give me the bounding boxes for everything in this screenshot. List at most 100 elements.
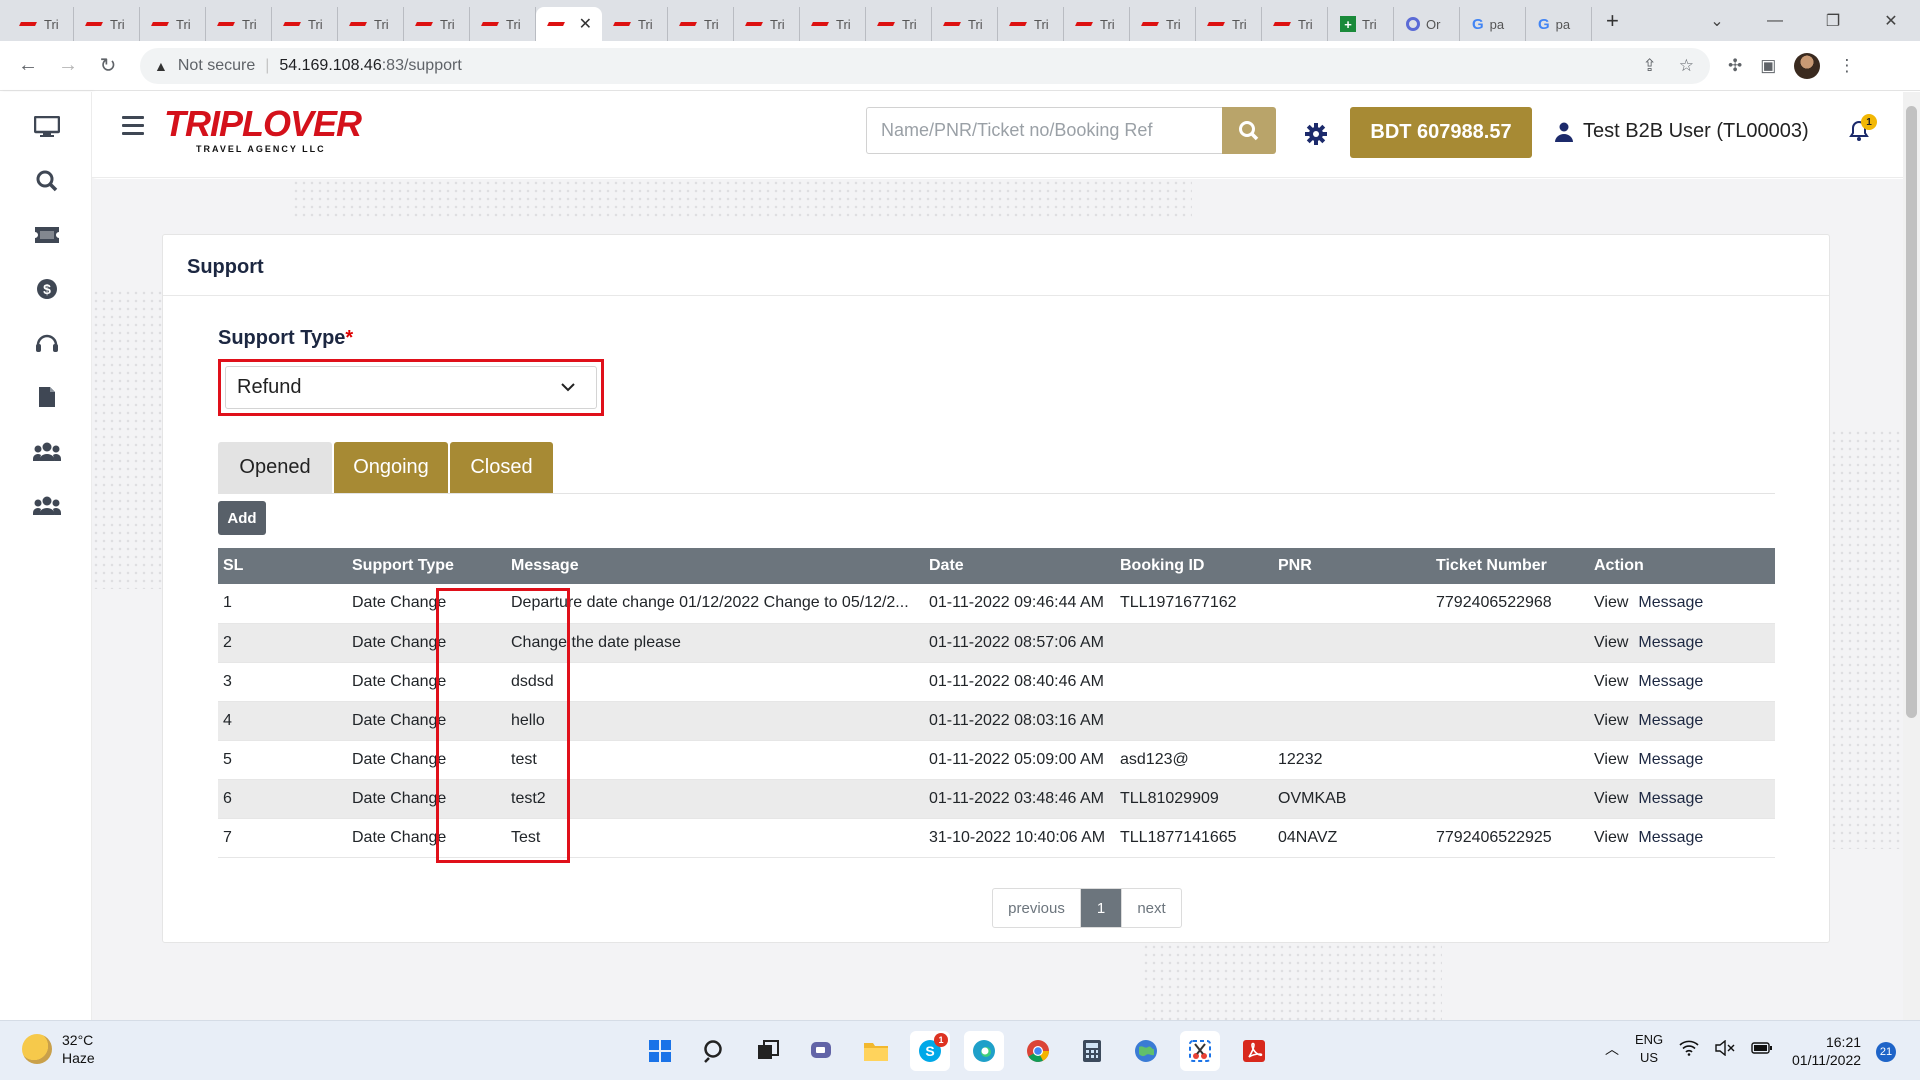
browser-tab[interactable]: Tri xyxy=(404,7,470,41)
money-icon[interactable]: $ xyxy=(32,276,62,302)
tab-search-chevron-icon[interactable]: ⌄ xyxy=(1688,11,1746,31)
triplover-logo[interactable]: TRIPLOVER TRAVEL AGENCY LLC xyxy=(164,106,364,166)
previous-page-button[interactable]: previous xyxy=(993,889,1081,927)
new-tab-button[interactable]: + xyxy=(1606,8,1619,34)
close-window-button[interactable]: ✕ xyxy=(1862,11,1920,31)
speaker-muted-icon[interactable] xyxy=(1715,1039,1735,1059)
browser-menu-icon[interactable]: ⋮ xyxy=(1838,56,1855,76)
side-panel-icon[interactable]: ▣ xyxy=(1760,56,1776,76)
message-link[interactable]: Message xyxy=(1638,594,1703,611)
browser-tab[interactable]: Gpa xyxy=(1526,7,1592,41)
system-clock[interactable]: 16:21 01/11/2022 xyxy=(1792,1033,1861,1069)
hamburger-menu-icon[interactable] xyxy=(122,116,144,140)
windows-start-icon[interactable] xyxy=(640,1031,680,1071)
back-button[interactable]: ← xyxy=(8,54,48,77)
browser-tab[interactable]: + Tri xyxy=(1328,7,1394,41)
skype-icon[interactable]: S 1 xyxy=(910,1031,950,1071)
browser-tab[interactable]: ✕ xyxy=(536,7,602,41)
file-explorer-icon[interactable] xyxy=(856,1031,896,1071)
reload-button[interactable]: ↻ xyxy=(88,53,128,78)
browser-tab[interactable]: Tri xyxy=(1064,7,1130,41)
support-type-select[interactable]: Refund xyxy=(225,366,597,409)
browser-tab[interactable]: Tri xyxy=(206,7,272,41)
message-link[interactable]: Message xyxy=(1638,829,1703,846)
tray-overflow-chevron-up-icon[interactable]: ︿ xyxy=(1605,1039,1619,1059)
message-link[interactable]: Message xyxy=(1638,790,1703,807)
add-button[interactable]: Add xyxy=(218,501,266,535)
tab-closed[interactable]: Closed xyxy=(450,442,553,493)
tab-ongoing[interactable]: Ongoing xyxy=(334,442,448,493)
message-link[interactable]: Message xyxy=(1638,712,1703,729)
minimize-button[interactable]: — xyxy=(1746,12,1804,30)
dashboard-monitor-icon[interactable] xyxy=(32,114,62,140)
view-link[interactable]: View xyxy=(1594,790,1628,807)
search-button[interactable] xyxy=(1222,107,1276,154)
browser-tab[interactable]: Tri xyxy=(1262,7,1328,41)
tab-opened[interactable]: Opened xyxy=(218,442,332,493)
notifications-bell-icon[interactable]: 1 xyxy=(1848,114,1877,144)
view-link[interactable]: View xyxy=(1594,594,1628,611)
browser-tab[interactable]: Tri xyxy=(800,7,866,41)
headset-support-icon[interactable] xyxy=(32,330,62,356)
browser-tab[interactable]: Tri xyxy=(272,7,338,41)
browser-tab[interactable]: Tri xyxy=(866,7,932,41)
task-view-icon[interactable] xyxy=(748,1031,788,1071)
input-language[interactable]: ENG US xyxy=(1635,1031,1663,1067)
weather-widget[interactable]: 32°C Haze xyxy=(22,1031,95,1067)
notification-center-badge[interactable]: 21 xyxy=(1876,1042,1896,1062)
browser-tab[interactable]: Or xyxy=(1394,7,1460,41)
browser-tab[interactable]: Tri xyxy=(140,7,206,41)
address-bar[interactable]: ▲ Not secure | 54.169.108.46:83/support … xyxy=(140,47,1710,84)
scrollbar-thumb[interactable] xyxy=(1906,106,1917,718)
share-icon[interactable]: ⇪ xyxy=(1643,56,1657,76)
search-icon[interactable] xyxy=(32,168,62,194)
user-menu[interactable]: Test B2B User (TL00003) xyxy=(1555,120,1809,143)
acrobat-reader-icon[interactable] xyxy=(1234,1031,1274,1071)
browser-tab[interactable]: Tri xyxy=(602,7,668,41)
users-group-icon[interactable] xyxy=(32,492,62,518)
current-page-button[interactable]: 1 xyxy=(1081,889,1121,927)
browser-tab[interactable]: Tri xyxy=(338,7,404,41)
browser-tab[interactable]: Tri xyxy=(932,7,998,41)
view-link[interactable]: View xyxy=(1594,634,1628,651)
chrome-browser-icon[interactable] xyxy=(1018,1031,1058,1071)
booking-search-input[interactable] xyxy=(866,107,1222,154)
message-link[interactable]: Message xyxy=(1638,673,1703,690)
gear-icon[interactable] xyxy=(1304,122,1328,146)
bookmark-star-icon[interactable]: ☆ xyxy=(1679,56,1694,76)
page-scrollbar[interactable] xyxy=(1903,92,1920,1020)
battery-icon[interactable] xyxy=(1751,1041,1773,1058)
globe-app-icon[interactable] xyxy=(1126,1031,1166,1071)
browser-tab[interactable]: Tri xyxy=(1196,7,1262,41)
close-tab-icon[interactable]: ✕ xyxy=(579,14,592,34)
browser-tab[interactable]: Tri xyxy=(8,7,74,41)
users-group-icon[interactable] xyxy=(32,438,62,464)
maximize-button[interactable]: ❐ xyxy=(1804,11,1862,31)
snipping-tool-icon[interactable] xyxy=(1180,1031,1220,1071)
calculator-icon[interactable] xyxy=(1072,1031,1112,1071)
browser-tab[interactable]: Tri xyxy=(470,7,536,41)
browser-tab[interactable]: Tri xyxy=(1130,7,1196,41)
browser-tab[interactable]: Tri xyxy=(668,7,734,41)
view-link[interactable]: View xyxy=(1594,673,1628,690)
search-icon[interactable] xyxy=(694,1031,734,1071)
browser-tab[interactable]: Gpa xyxy=(1460,7,1526,41)
view-link[interactable]: View xyxy=(1594,712,1628,729)
wifi-icon[interactable] xyxy=(1679,1040,1699,1059)
profile-avatar[interactable] xyxy=(1794,52,1821,79)
edge-browser-icon[interactable] xyxy=(964,1031,1004,1071)
next-page-button[interactable]: next xyxy=(1121,889,1181,927)
browser-tab[interactable]: Tri xyxy=(998,7,1064,41)
forward-button[interactable]: → xyxy=(48,54,88,77)
message-link[interactable]: Message xyxy=(1638,751,1703,768)
ticket-icon[interactable] xyxy=(32,222,62,248)
browser-tab[interactable]: Tri xyxy=(74,7,140,41)
view-link[interactable]: View xyxy=(1594,829,1628,846)
view-link[interactable]: View xyxy=(1594,751,1628,768)
account-balance-button[interactable]: BDT 607988.57 xyxy=(1350,107,1532,158)
document-icon[interactable] xyxy=(32,384,62,410)
browser-tab[interactable]: Tri xyxy=(734,7,800,41)
extensions-puzzle-icon[interactable]: ✣ xyxy=(1728,56,1742,76)
message-link[interactable]: Message xyxy=(1638,634,1703,651)
teams-chat-icon[interactable] xyxy=(802,1031,842,1071)
